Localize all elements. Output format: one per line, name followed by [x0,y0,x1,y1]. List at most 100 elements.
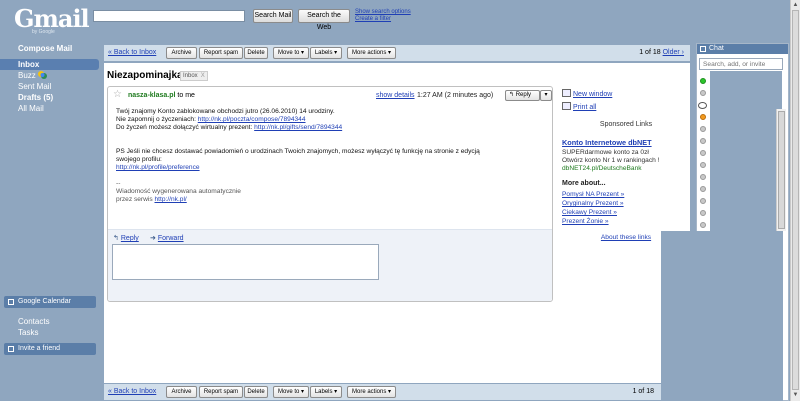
show-details-link[interactable]: show details [376,92,415,99]
compose-mail-link[interactable]: Compose Mail [18,44,72,53]
contact-status-icon[interactable] [700,186,706,192]
reply-options-dropdown[interactable]: ▾ [540,90,552,101]
contact-status-icon[interactable] [700,126,706,132]
page-scrollbar[interactable]: ▲ ▼ [790,0,800,401]
tasks-link[interactable]: Tasks [0,327,99,338]
contacts-link[interactable]: Contacts [0,316,99,327]
more-about-link[interactable]: Prezent Żonie » [562,218,609,225]
star-icon[interactable]: ☆ [113,89,122,100]
redacted-area [661,231,783,401]
older-link[interactable]: Older › [663,49,684,56]
contact-status-icon[interactable] [700,210,706,216]
contact-status-icon[interactable] [700,150,706,156]
archive-button[interactable]: Archive [166,47,197,59]
chat-search-input[interactable] [699,58,783,70]
reply-link[interactable]: Reply [121,235,139,242]
more-about-link[interactable]: Oryginalny Prezent » [562,200,624,207]
sidebar-item-sent-mail[interactable]: Sent Mail [0,81,99,92]
sender-name[interactable]: nasza-klasa.pl [128,92,175,99]
scroll-up-icon[interactable]: ▲ [792,1,799,9]
back-to-inbox-link[interactable]: « Back to Inbox [108,388,156,395]
gift-link[interactable]: http://nk.pl/gifts/send/7894344 [254,124,342,131]
more-about-link[interactable]: Pomysł NA Prezent » [562,191,624,198]
forward-link[interactable]: Forward [158,235,184,242]
report-spam-button[interactable]: Report spam [199,386,243,398]
redacted-area [710,71,782,231]
invite-friend-panel[interactable]: Invite a friend [4,343,96,355]
invite-friend-label: Invite a friend [18,345,61,352]
archive-button[interactable]: Archive [166,386,197,398]
contact-status-icon[interactable] [700,174,706,180]
body-text: Do życzeń możesz dołączyć wirtualny prez… [116,124,255,131]
main-content: « Back to Inbox Archive Report spam Dele… [104,43,690,401]
contact-status-icon[interactable] [700,90,706,96]
contact-status-icon[interactable] [700,138,706,144]
more-actions-button[interactable]: More actions ▾ [347,386,396,398]
sidebar-item-inbox[interactable]: Inbox [0,59,99,70]
tasks-label: Tasks [18,328,39,337]
sidebar-item-buzz[interactable]: Buzz [0,70,99,81]
report-spam-button[interactable]: Report spam [199,47,243,59]
contact-status-icon[interactable] [700,222,706,228]
ad-text: Otwórz konto Nr 1 w rankingach ! [562,157,660,164]
scrollbar-thumb[interactable] [792,10,799,390]
more-about-link[interactable]: Ciekawy Prezent » [562,209,617,216]
reply-button-label: Reply [515,92,532,98]
message-view: Niezapominajka Inbox X ☆ nasza-klasa.pl t… [104,63,690,383]
forward-action[interactable]: ➜ Forward [150,234,184,242]
new-window-link[interactable]: New window [562,89,612,98]
panel-toggle-icon [8,299,14,305]
message-card: ☆ nasza-klasa.pl to me show details 1:27… [107,86,553,302]
search-mail-button[interactable]: Search Mail [253,9,293,23]
labels-button[interactable]: Labels ▾ [310,386,342,398]
delete-button[interactable]: Delete [244,386,268,398]
status-available-icon[interactable] [700,78,706,84]
sidebar-item-all-mail[interactable]: All Mail [0,103,99,114]
remove-label-icon[interactable]: X [201,73,205,79]
pager-count: 1 of 18 [632,388,654,395]
delete-button[interactable]: Delete [244,47,268,59]
google-calendar-label: Google Calendar [18,298,71,305]
contact-status-icon[interactable] [700,198,706,204]
body-line: swojego profilu: [116,156,162,163]
move-to-button[interactable]: Move to ▾ [273,386,309,398]
ad-title-link[interactable]: Konto Internetowe dbNET [562,138,652,147]
message-toolbar-bottom: « Back to Inbox Archive Report spam Dele… [104,384,690,400]
new-window-label[interactable]: New window [573,91,612,98]
chat-scrollbar[interactable] [776,109,786,231]
sidebar-item-label: All Mail [18,104,44,113]
reply-textbox[interactable] [112,244,379,280]
back-to-inbox-link[interactable]: « Back to Inbox [108,49,156,56]
chat-header[interactable]: Chat [697,44,788,54]
move-to-button[interactable]: Move to ▾ [273,47,309,59]
profile-preference-link[interactable]: http://nk.pl/profile/preference [116,164,546,172]
scroll-down-icon[interactable]: ▼ [792,391,799,399]
search-options-links: Show search options Create a filter [355,9,411,23]
search-web-button[interactable]: Search the Web [298,9,350,31]
label-name[interactable]: Inbox [183,73,198,79]
reply-button[interactable]: ↰ Reply [505,90,540,101]
labels-button[interactable]: Labels ▾ [310,47,342,59]
search-input[interactable] [93,10,245,22]
scrollbar-thumb[interactable] [778,111,785,229]
contact-status-icon[interactable] [700,162,706,168]
body-line: PS Jeśli nie chcesz dostawać powiadomień… [116,148,480,155]
print-all-label[interactable]: Print all [573,104,596,111]
sidebar-item-drafts[interactable]: Drafts (5) [0,92,99,103]
gmail-logo[interactable]: Gmail by Google [14,4,90,35]
pager: 1 of 18 Older › [639,49,684,56]
sponsored-links-title: Sponsored Links [599,121,653,128]
compose-link[interactable]: http://nk.pl/poczta/compose/7894344 [198,116,306,123]
reply-action[interactable]: ↰ Reply [113,234,139,242]
more-actions-button[interactable]: More actions ▾ [347,47,396,59]
create-filter-link[interactable]: Create a filter [355,16,411,23]
nk-site-link[interactable]: http://nk.pl/ [154,196,186,203]
status-idle-icon[interactable] [700,114,706,120]
show-search-options-link[interactable]: Show search options [355,9,411,16]
logo-subtitle: by Google [32,29,55,35]
panel-toggle-icon [700,46,706,52]
print-all-link[interactable]: Print all [562,102,596,111]
pager-count: 1 of 18 [639,49,661,56]
google-calendar-panel[interactable]: Google Calendar [4,296,96,308]
chat-title: Chat [709,45,724,52]
